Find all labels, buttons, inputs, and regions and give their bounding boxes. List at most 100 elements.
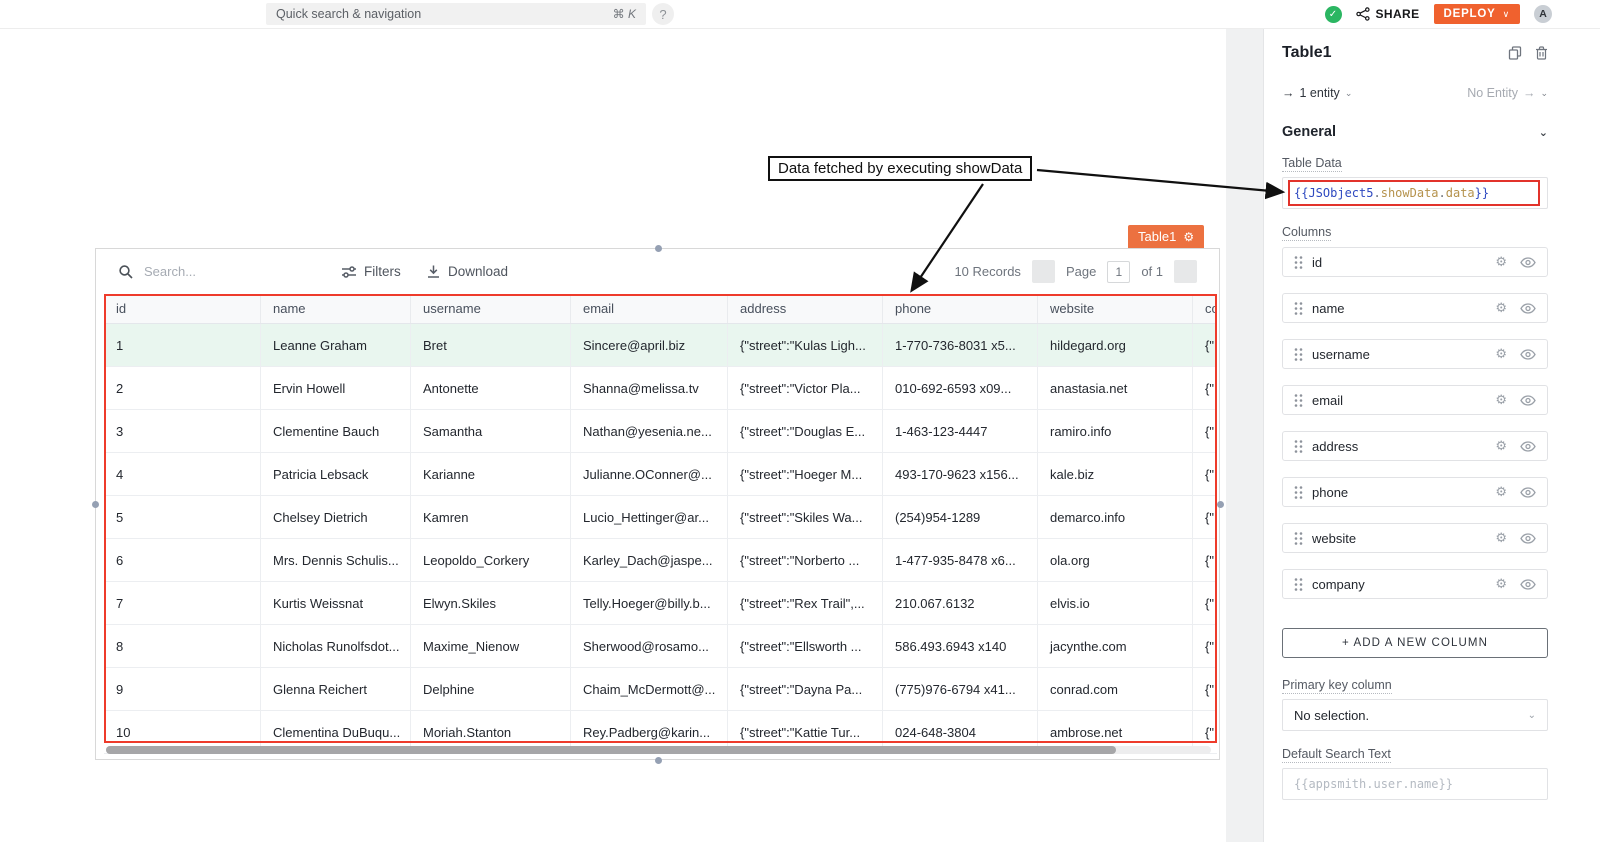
table-widget[interactable]: Search... Filters bbox=[95, 248, 1220, 760]
table-cell: Sincere@april.biz bbox=[571, 324, 728, 366]
column-visibility-eye-icon[interactable] bbox=[1520, 395, 1536, 406]
column-visibility-eye-icon[interactable] bbox=[1520, 257, 1536, 268]
download-button[interactable]: Download bbox=[426, 249, 508, 294]
drag-handle-icon[interactable] bbox=[1294, 577, 1303, 592]
outgoing-entities-dropdown[interactable]: No Entity → ⌄ bbox=[1467, 86, 1548, 100]
column-item-name[interactable]: name ⚙ bbox=[1282, 293, 1548, 323]
default-search-input[interactable] bbox=[1282, 768, 1548, 800]
gear-icon[interactable]: ⚙ bbox=[1183, 230, 1194, 244]
filters-button[interactable]: Filters bbox=[341, 249, 401, 294]
table-row[interactable]: 3Clementine BauchSamanthaNathan@yesenia.… bbox=[104, 410, 1217, 453]
resize-handle-right[interactable] bbox=[1217, 501, 1224, 508]
resize-handle-top[interactable] bbox=[655, 245, 662, 252]
table-cell: Maxime_Nienow bbox=[411, 625, 571, 667]
column-item-label: phone bbox=[1312, 485, 1348, 500]
column-item-username[interactable]: username ⚙ bbox=[1282, 339, 1548, 369]
column-header-address[interactable]: address bbox=[728, 294, 883, 323]
prev-page-button[interactable] bbox=[1032, 260, 1055, 283]
table-row[interactable]: 8Nicholas Runolfsdot...Maxime_NienowSher… bbox=[104, 625, 1217, 668]
incoming-entities-dropdown[interactable]: → 1 entity ⌄ bbox=[1282, 86, 1352, 100]
column-item-website[interactable]: website ⚙ bbox=[1282, 523, 1548, 553]
table-body: 1Leanne GrahamBretSincere@april.biz{"str… bbox=[104, 324, 1217, 754]
table-row[interactable]: 9Glenna ReichertDelphineChaim_McDermott@… bbox=[104, 668, 1217, 711]
table-cell: 7 bbox=[104, 582, 261, 624]
column-settings-gear-icon[interactable]: ⚙ bbox=[1495, 484, 1507, 500]
canvas[interactable]: Data fetched by executing showData Table… bbox=[0, 29, 1226, 842]
drag-handle-icon[interactable] bbox=[1294, 485, 1303, 500]
add-new-column-button[interactable]: + ADD A NEW COLUMN bbox=[1282, 628, 1548, 658]
column-header-email[interactable]: email bbox=[571, 294, 728, 323]
share-button[interactable]: SHARE bbox=[1356, 7, 1420, 21]
drag-handle-icon[interactable] bbox=[1294, 255, 1303, 270]
column-visibility-eye-icon[interactable] bbox=[1520, 441, 1536, 452]
column-item-address[interactable]: address ⚙ bbox=[1282, 431, 1548, 461]
table-search-input[interactable]: Search... bbox=[118, 249, 196, 294]
drag-handle-icon[interactable] bbox=[1294, 439, 1303, 454]
avatar-letter: A bbox=[1539, 8, 1547, 20]
column-header-website[interactable]: website bbox=[1038, 294, 1193, 323]
copy-widget-icon[interactable] bbox=[1508, 46, 1522, 60]
table-row[interactable]: 1Leanne GrahamBretSincere@april.biz{"str… bbox=[104, 324, 1217, 367]
column-item-company[interactable]: company ⚙ bbox=[1282, 569, 1548, 599]
table-row[interactable]: 7Kurtis WeissnatElwyn.SkilesTelly.Hoeger… bbox=[104, 582, 1217, 625]
table-cell: Chelsey Dietrich bbox=[261, 496, 411, 538]
table-cell: 586.493.6943 x140 bbox=[883, 625, 1038, 667]
page-number-input[interactable] bbox=[1107, 261, 1130, 283]
deploy-button[interactable]: DEPLOY ∨ bbox=[1434, 4, 1520, 24]
drag-handle-icon[interactable] bbox=[1294, 531, 1303, 546]
column-visibility-eye-icon[interactable] bbox=[1520, 487, 1536, 498]
table-row[interactable]: 6Mrs. Dennis Schulis...Leopoldo_CorkeryK… bbox=[104, 539, 1217, 582]
quick-search-bar[interactable]: Quick search & navigation ⌘ K bbox=[266, 3, 646, 25]
column-settings-gear-icon[interactable]: ⚙ bbox=[1495, 346, 1507, 362]
scrollbar-thumb[interactable] bbox=[106, 746, 1116, 754]
table-cell: {"street":"Skiles Wa... bbox=[728, 496, 883, 538]
drag-handle-icon[interactable] bbox=[1294, 393, 1303, 408]
column-settings-gear-icon[interactable]: ⚙ bbox=[1495, 530, 1507, 546]
default-search-label: Default Search Text bbox=[1282, 747, 1391, 763]
table-cell: Clementine Bauch bbox=[261, 410, 411, 452]
question-icon: ? bbox=[659, 7, 666, 22]
column-settings-gear-icon[interactable]: ⚙ bbox=[1495, 576, 1507, 592]
help-button[interactable]: ? bbox=[652, 3, 674, 25]
table-data-input[interactable]: {{JSObject5.showData.data}} bbox=[1282, 177, 1548, 209]
column-header-id[interactable]: id bbox=[104, 294, 261, 323]
table-cell: Lucio_Hettinger@ar... bbox=[571, 496, 728, 538]
resize-handle-bottom[interactable] bbox=[655, 757, 662, 764]
horizontal-scrollbar[interactable] bbox=[106, 746, 1211, 754]
widget-name-badge[interactable]: Table1 ⚙ bbox=[1128, 225, 1204, 248]
column-item-email[interactable]: email ⚙ bbox=[1282, 385, 1548, 415]
column-header-name[interactable]: name bbox=[261, 294, 411, 323]
column-item-id[interactable]: id ⚙ bbox=[1282, 247, 1548, 277]
drag-handle-icon[interactable] bbox=[1294, 301, 1303, 316]
table-cell: (775)976-6794 x41... bbox=[883, 668, 1038, 710]
column-visibility-eye-icon[interactable] bbox=[1520, 349, 1536, 360]
column-settings-gear-icon[interactable]: ⚙ bbox=[1495, 438, 1507, 454]
column-visibility-eye-icon[interactable] bbox=[1520, 303, 1536, 314]
column-settings-gear-icon[interactable]: ⚙ bbox=[1495, 300, 1507, 316]
column-settings-gear-icon[interactable]: ⚙ bbox=[1495, 254, 1507, 270]
delete-widget-icon[interactable] bbox=[1535, 46, 1548, 60]
section-general[interactable]: General ⌄ bbox=[1282, 124, 1548, 140]
column-visibility-eye-icon[interactable] bbox=[1520, 533, 1536, 544]
records-count: 10 Records bbox=[954, 264, 1020, 279]
table-row[interactable]: 5Chelsey DietrichKamrenLucio_Hettinger@a… bbox=[104, 496, 1217, 539]
avatar[interactable]: A bbox=[1534, 5, 1552, 23]
column-visibility-eye-icon[interactable] bbox=[1520, 579, 1536, 590]
resize-handle-left[interactable] bbox=[92, 501, 99, 508]
column-header-company[interactable]: company bbox=[1193, 294, 1217, 323]
table-data-binding-code: {{JSObject5.showData.data}} bbox=[1283, 186, 1489, 200]
column-settings-gear-icon[interactable]: ⚙ bbox=[1495, 392, 1507, 408]
table-cell: 8 bbox=[104, 625, 261, 667]
next-page-button[interactable] bbox=[1174, 260, 1197, 283]
table-cell: Telly.Hoeger@billy.b... bbox=[571, 582, 728, 624]
column-header-username[interactable]: username bbox=[411, 294, 571, 323]
column-item-phone[interactable]: phone ⚙ bbox=[1282, 477, 1548, 507]
table-row[interactable]: 2Ervin HowellAntonetteShanna@melissa.tv{… bbox=[104, 367, 1217, 410]
primary-key-select[interactable]: No selection. ⌄ bbox=[1282, 699, 1548, 731]
drag-handle-icon[interactable] bbox=[1294, 347, 1303, 362]
table-row[interactable]: 4Patricia LebsackKarianneJulianne.OConne… bbox=[104, 453, 1217, 496]
property-pane: Table1 bbox=[1263, 29, 1600, 842]
table-cell: Ervin Howell bbox=[261, 367, 411, 409]
canvas-gutter bbox=[1226, 29, 1263, 842]
column-header-phone[interactable]: phone bbox=[883, 294, 1038, 323]
